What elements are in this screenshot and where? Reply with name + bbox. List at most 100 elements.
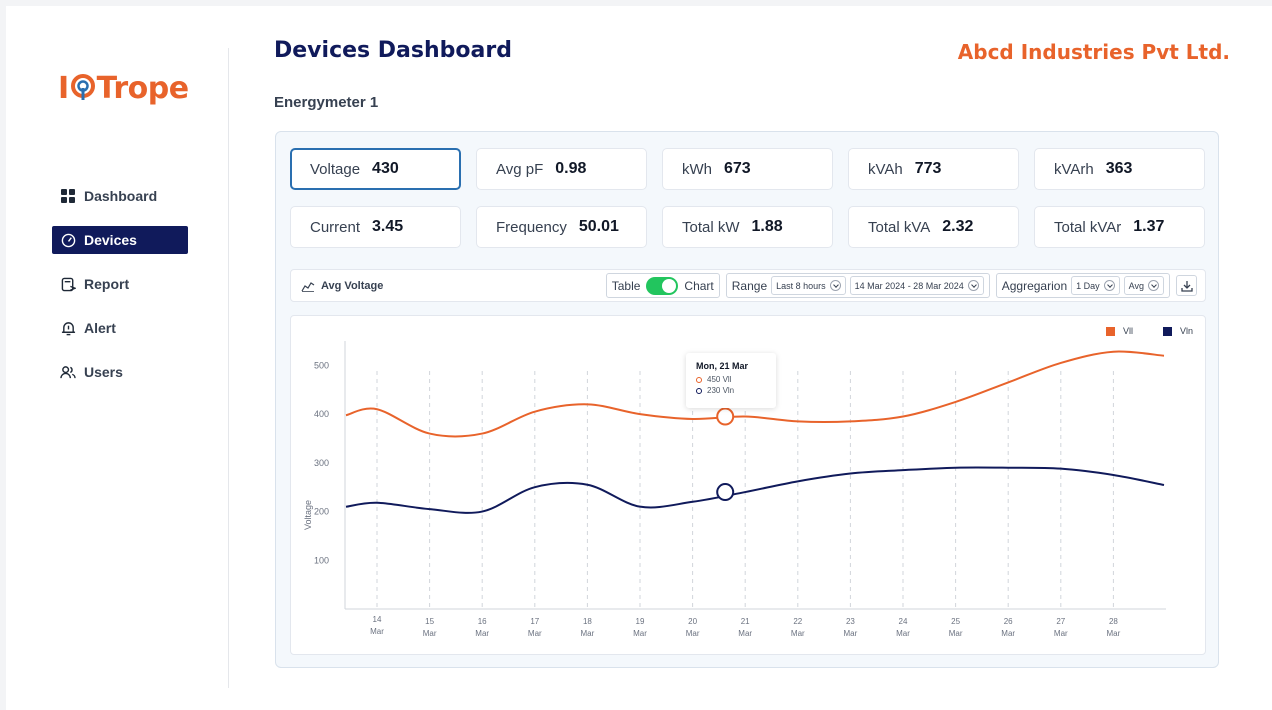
metric-value: 430 — [372, 160, 399, 177]
metric-value: 773 — [914, 160, 942, 177]
x-tick-label-day: 14 — [373, 615, 382, 624]
x-tick-label-day: 18 — [583, 617, 592, 626]
x-tick-label-day: 27 — [1056, 617, 1065, 626]
x-tick-label-month: Mar — [370, 627, 384, 636]
metric-value: 1.88 — [751, 218, 783, 235]
x-tick-label-month: Mar — [528, 629, 542, 638]
x-tick-label-day: 26 — [1004, 617, 1013, 626]
x-tick-label-month: Mar — [686, 629, 700, 638]
brand-logo[interactable]: I Trope — [58, 70, 189, 106]
y-tick-label: 300 — [314, 458, 329, 468]
metric-label: Total kW — [682, 218, 740, 236]
metric-value: 3.45 — [372, 218, 404, 235]
page-title: Devices Dashboard — [274, 38, 512, 63]
metric-card-total-kvar[interactable]: Total kVAr 1.37 — [1034, 206, 1205, 248]
x-tick-label-day: 17 — [530, 617, 539, 626]
metric-label: kVArh — [1054, 160, 1094, 178]
view-toggle-group: Table Chart — [605, 273, 720, 298]
legend-item-vln[interactable]: Vln — [1162, 326, 1193, 336]
metric-value: 363 — [1105, 160, 1133, 177]
x-tick-label-month: Mar — [844, 629, 858, 638]
sidebar-item-users[interactable]: Users — [52, 358, 188, 386]
metric-label: Voltage — [310, 160, 361, 178]
aggregation-group: Aggregarion 1 Day Avg — [995, 273, 1170, 298]
legend-swatch-vln — [1162, 326, 1172, 336]
x-tick-label-month: Mar — [581, 629, 595, 638]
series-line-vln — [345, 466, 1165, 514]
metric-value: 673 — [724, 160, 751, 177]
range-group: Range Last 8 hours 14 Mar 2024 - 28 Mar … — [725, 273, 990, 298]
metric-value: 2.32 — [942, 218, 974, 235]
aggregation-interval-select[interactable]: 1 Day — [1071, 276, 1120, 295]
tooltip-dot-vln — [696, 387, 702, 394]
metric-label: Avg pF — [496, 160, 544, 178]
report-icon — [60, 276, 76, 292]
x-tick-label-month: Mar — [423, 629, 437, 638]
metric-card-current[interactable]: Current 3.45 — [290, 206, 461, 248]
metric-card-kvarh[interactable]: kVArh 363 — [1034, 148, 1205, 190]
metric-label: Total kVA — [868, 218, 931, 236]
metric-label: kVAh — [868, 160, 903, 178]
x-tick-label-month: Mar — [1001, 629, 1015, 638]
sidebar-item-label: Dashboard — [84, 188, 158, 204]
chart-tooltip: Mon, 21 Mar 450 Vll 230 Vln — [686, 353, 776, 408]
x-tick-label-day: 21 — [741, 617, 750, 626]
toggle-label-chart[interactable]: Chart — [684, 279, 713, 293]
aggregation-fn-select[interactable]: Avg — [1123, 276, 1164, 295]
metric-cards: Voltage 430 Avg pF 0.98 kWh 673 kVAh 773… — [290, 148, 1206, 248]
metric-card-kvah[interactable]: kVAh 773 — [848, 148, 1019, 190]
sidebar-item-alert[interactable]: Alert — [52, 314, 188, 342]
dashboard-grid-icon — [60, 188, 76, 204]
metric-value: 0.98 — [555, 160, 587, 177]
tooltip-title: Mon, 21 Mar — [696, 361, 749, 371]
chart-title-text: Avg Voltage — [321, 279, 384, 292]
x-tick-label-month: Mar — [738, 629, 752, 638]
bell-alert-icon — [60, 320, 76, 336]
tooltip-value: 450 Vll — [707, 375, 732, 384]
metric-card-frequency[interactable]: Frequency 50.01 — [476, 206, 647, 248]
y-tick-label: 100 — [314, 555, 329, 565]
sidebar-item-dashboard[interactable]: Dashboard — [52, 182, 188, 210]
download-icon — [1180, 280, 1193, 292]
aggregation-label: Aggregarion — [1001, 278, 1068, 293]
logo-suffix: Trope — [96, 70, 189, 106]
metric-card-total-kw[interactable]: Total kW 1.88 — [662, 206, 833, 248]
y-tick-label: 500 — [314, 360, 329, 370]
sidebar-divider — [228, 48, 229, 688]
x-tick-label-month: Mar — [791, 629, 805, 638]
metric-card-avg-pf[interactable]: Avg pF 0.98 — [476, 148, 647, 190]
tooltip-row-vln: 230 Vln — [696, 386, 766, 395]
metric-card-total-kva[interactable]: Total kVA 2.32 — [848, 206, 1019, 248]
chevron-down-icon — [829, 280, 841, 291]
sidebar-item-devices[interactable]: Devices — [52, 226, 188, 254]
sidebar-item-report[interactable]: Report — [52, 270, 188, 298]
aggregation-fn-value: Avg — [1128, 280, 1144, 291]
toggle-label-table[interactable]: Table — [612, 279, 641, 293]
users-icon — [60, 364, 76, 380]
x-tick-label-day: 23 — [846, 617, 855, 626]
download-button[interactable] — [1176, 275, 1197, 296]
x-tick-label-month: Mar — [1107, 629, 1121, 638]
date-range-select[interactable]: 14 Mar 2024 - 28 Mar 2024 — [849, 276, 984, 295]
gauge-icon — [60, 232, 76, 248]
chevron-down-icon — [967, 280, 979, 291]
metric-label: Total kVAr — [1054, 218, 1122, 236]
metric-card-voltage[interactable]: Voltage 430 — [290, 148, 461, 190]
x-tick-label-day: 25 — [951, 617, 960, 626]
metric-card-kwh[interactable]: kWh 673 — [662, 148, 833, 190]
metric-value: 1.37 — [1133, 218, 1165, 235]
metric-value: 50.01 — [578, 218, 619, 235]
legend-item-vll[interactable]: Vll — [1105, 326, 1133, 336]
range-preset-select[interactable]: Last 8 hours — [771, 276, 846, 295]
company-name: Abcd Industries Pvt Ltd. — [957, 40, 1230, 64]
sidebar-item-label: Devices — [84, 232, 137, 248]
logo-signal-icon — [70, 74, 96, 102]
tooltip-dot-vll — [696, 376, 702, 383]
x-tick-label-day: 24 — [899, 617, 908, 626]
table-chart-toggle[interactable] — [646, 276, 679, 295]
metric-label: Current — [310, 218, 361, 236]
metric-label: kWh — [682, 160, 712, 178]
sidebar-item-label: Report — [84, 276, 130, 292]
x-tick-label-month: Mar — [475, 629, 489, 638]
line-chart-icon — [301, 280, 315, 292]
